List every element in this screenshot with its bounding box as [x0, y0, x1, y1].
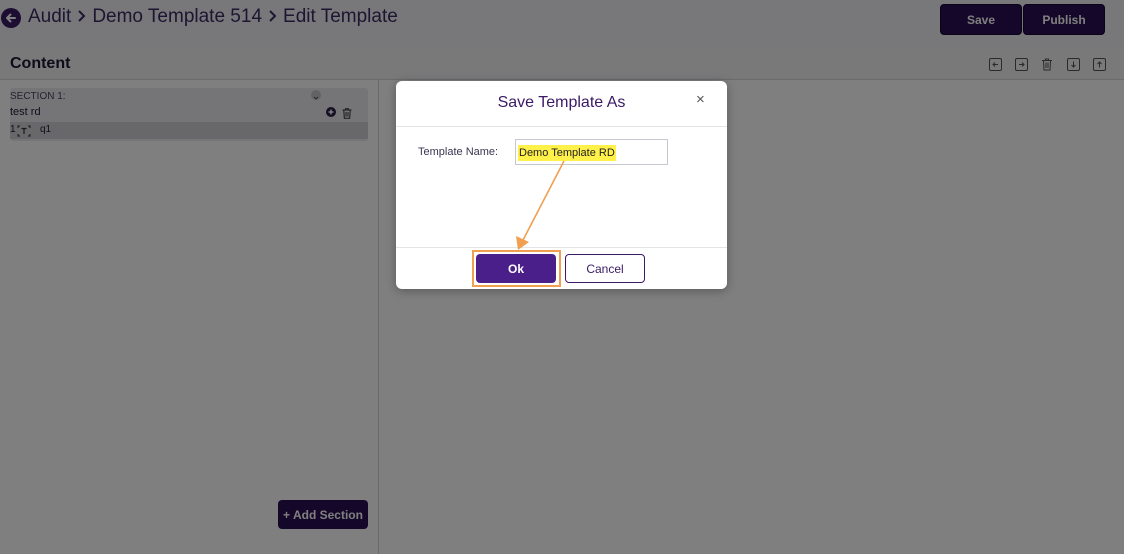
save-template-dialog: Save Template As × Template Name: Demo T…	[396, 81, 727, 289]
template-name-label: Template Name:	[418, 146, 499, 158]
page: AuditDemo Template 514Edit Template Save…	[0, 0, 1124, 554]
ok-button[interactable]: Ok	[476, 254, 556, 283]
dialog-divider	[396, 247, 727, 248]
close-icon[interactable]: ×	[696, 92, 705, 107]
dialog-header: Save Template As ×	[396, 81, 727, 127]
template-name-input[interactable]: Demo Template RD	[515, 139, 668, 165]
dialog-title: Save Template As	[497, 94, 626, 111]
cancel-button[interactable]: Cancel	[565, 254, 645, 283]
template-name-value: Demo Template RD	[518, 145, 616, 161]
